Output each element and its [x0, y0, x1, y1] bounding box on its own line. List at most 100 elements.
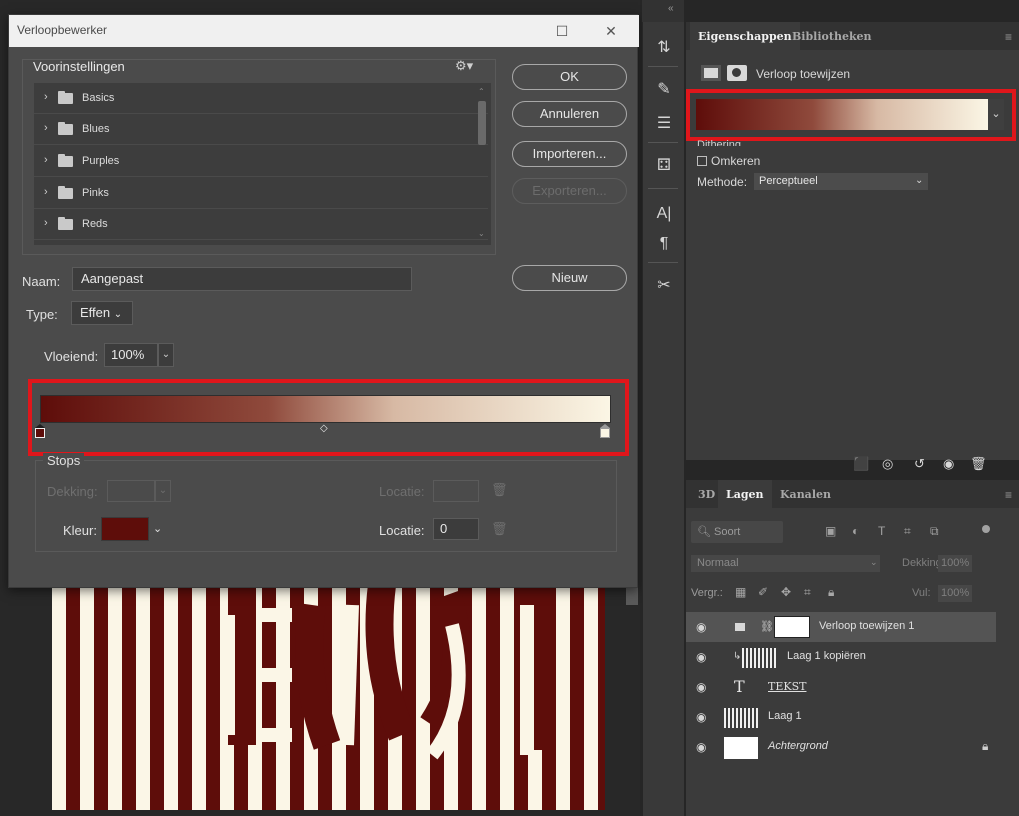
- canvas-scrollbar[interactable]: [626, 585, 638, 605]
- opacity-location-label: Locatie:: [379, 484, 425, 499]
- character-icon[interactable]: A|: [652, 202, 676, 226]
- filter-adjustment-icon[interactable]: ◐: [852, 524, 859, 538]
- gradient-highlight-frame: [28, 379, 629, 456]
- chevron-down-icon[interactable]: ⌄: [158, 343, 174, 367]
- tab-channels[interactable]: Kanalen: [772, 480, 839, 508]
- chain-link-icon[interactable]: ⛓: [760, 620, 774, 633]
- collapse-icon[interactable]: «: [668, 3, 674, 14]
- layer-opacity-input[interactable]: 100%: [938, 555, 972, 572]
- opacity-location-input[interactable]: [433, 480, 479, 502]
- preset-folder-basics[interactable]: › Basics: [34, 83, 488, 114]
- divider: [648, 66, 678, 67]
- smoothness-input[interactable]: 100%: [104, 343, 158, 367]
- ok-button[interactable]: OK: [512, 64, 627, 90]
- chevron-right-icon[interactable]: ›: [44, 186, 48, 198]
- eye-icon[interactable]: ◉: [696, 710, 706, 724]
- chevron-right-icon[interactable]: ›: [44, 122, 48, 134]
- canvas-artwork[interactable]: [52, 585, 605, 810]
- brush-settings-icon[interactable]: ✎: [652, 78, 676, 102]
- paragraph-icon[interactable]: ¶: [652, 232, 676, 256]
- lock-paint-icon[interactable]: ✐: [758, 585, 768, 599]
- panel-menu-icon[interactable]: ≡: [1005, 30, 1012, 44]
- name-input[interactable]: Aangepast: [72, 267, 412, 291]
- chevron-right-icon[interactable]: ›: [44, 217, 48, 229]
- adjustments-icon[interactable]: ☰: [652, 112, 676, 136]
- reset-icon[interactable]: ↺: [914, 456, 925, 472]
- preset-folder-reds[interactable]: › Reds: [34, 209, 488, 240]
- lock-artboard-icon[interactable]: ⌗: [804, 585, 811, 600]
- lock-move-icon[interactable]: ✥: [781, 585, 791, 599]
- presets-scrollbar-thumb[interactable]: [478, 101, 486, 145]
- preset-folder-blues[interactable]: › Blues: [34, 114, 488, 145]
- color-swatch[interactable]: [101, 517, 149, 541]
- eye-icon[interactable]: ◉: [696, 680, 706, 694]
- chevron-right-icon[interactable]: ›: [44, 91, 48, 103]
- layer-row[interactable]: ◉ Achtergrond 🔒︎: [686, 732, 996, 762]
- preset-label: Basics: [82, 92, 115, 104]
- reverse-checkbox[interactable]: [697, 156, 707, 166]
- gradient-map-icon: [732, 620, 748, 634]
- tab-layers[interactable]: Lagen: [718, 480, 772, 508]
- fill-label: Vul:: [912, 587, 931, 599]
- folder-icon: [58, 122, 73, 135]
- eye-icon[interactable]: ◉: [696, 620, 706, 634]
- chevron-down-icon[interactable]: ⌄: [155, 480, 171, 502]
- trash-icon[interactable]: 🗑: [491, 482, 508, 498]
- filter-pixel-icon[interactable]: ▣: [825, 524, 836, 538]
- opacity-input[interactable]: [107, 480, 155, 502]
- layer-mask-thumbnail[interactable]: [774, 616, 810, 638]
- lock-all-icon[interactable]: 🔒︎: [828, 585, 834, 600]
- tool-presets-icon[interactable]: ✂: [652, 274, 676, 298]
- tab-libraries[interactable]: Bibliotheken: [784, 22, 880, 50]
- chevron-right-icon[interactable]: ›: [44, 154, 48, 166]
- distorted-text-art: [221, 585, 551, 760]
- preset-folder-pinks[interactable]: › Pinks: [34, 178, 488, 209]
- type-select[interactable]: Effen ⌄: [71, 301, 133, 325]
- lock-transparency-icon[interactable]: ▦: [735, 585, 746, 599]
- properties-panel: [686, 22, 1019, 460]
- clip-to-layer-icon[interactable]: ⬛: [853, 456, 869, 472]
- export-button[interactable]: Exporteren...: [512, 178, 627, 204]
- opacity-label: Dekking:: [47, 484, 98, 499]
- collapse-bar[interactable]: «: [642, 0, 684, 22]
- import-button[interactable]: Importeren...: [512, 141, 627, 167]
- blend-mode-select[interactable]: Normaal: [691, 555, 880, 572]
- view-previous-icon[interactable]: ◎: [882, 456, 893, 472]
- layers-scrollbar[interactable]: [1000, 608, 1014, 816]
- dither-label[interactable]: Dithering: [697, 139, 741, 146]
- layer-row[interactable]: ◉ T TEKST: [686, 672, 996, 702]
- filter-toggle[interactable]: [982, 525, 990, 533]
- eye-icon[interactable]: ◉: [696, 650, 706, 664]
- layer-name: Laag 1 kopiëren: [787, 650, 866, 662]
- cancel-button[interactable]: Annuleren: [512, 101, 627, 127]
- layer-row[interactable]: ◉ Laag 1: [686, 702, 996, 732]
- close-icon[interactable]: ✕: [601, 21, 621, 41]
- filter-shape-icon[interactable]: ⌗: [904, 524, 911, 539]
- layer-filter-kind[interactable]: 🔍︎ Soort: [691, 521, 783, 543]
- gear-icon[interactable]: ⚙▾: [455, 58, 473, 74]
- scroll-down-icon[interactable]: ⌄: [478, 229, 485, 238]
- visibility-icon[interactable]: ◉: [943, 456, 954, 472]
- scroll-up-icon[interactable]: ⌃: [478, 87, 485, 96]
- chevron-down-icon: ⌄: [870, 557, 878, 567]
- filter-smart-object-icon[interactable]: ⧉: [930, 524, 939, 539]
- maximize-icon[interactable]: ☐: [552, 21, 572, 41]
- mask-icon[interactable]: [727, 65, 747, 81]
- layer-row[interactable]: ◉ ↳ Laag 1 kopiëren: [686, 642, 996, 672]
- fill-input[interactable]: 100%: [938, 585, 972, 602]
- method-select[interactable]: Perceptueel: [754, 173, 928, 190]
- history-icon[interactable]: ⇅: [652, 36, 676, 60]
- filter-type-icon[interactable]: T: [878, 524, 885, 538]
- folder-icon: [58, 91, 73, 104]
- chevron-down-icon[interactable]: ⌄: [153, 522, 162, 535]
- trash-icon[interactable]: 🗑: [970, 456, 987, 472]
- layer-row[interactable]: ◉ ⛓ Verloop toewijzen 1: [686, 612, 996, 642]
- eye-icon[interactable]: ◉: [696, 740, 706, 754]
- trash-icon[interactable]: 🗑: [491, 521, 508, 537]
- new-button[interactable]: Nieuw: [512, 265, 627, 291]
- panel-menu-icon[interactable]: ≡: [1005, 488, 1012, 502]
- color-location-input[interactable]: 0: [433, 518, 479, 540]
- preset-folder-purples[interactable]: › Purples: [34, 146, 488, 177]
- gradient-highlight-frame: [686, 89, 1016, 141]
- clone-source-icon[interactable]: ⚃: [652, 154, 676, 178]
